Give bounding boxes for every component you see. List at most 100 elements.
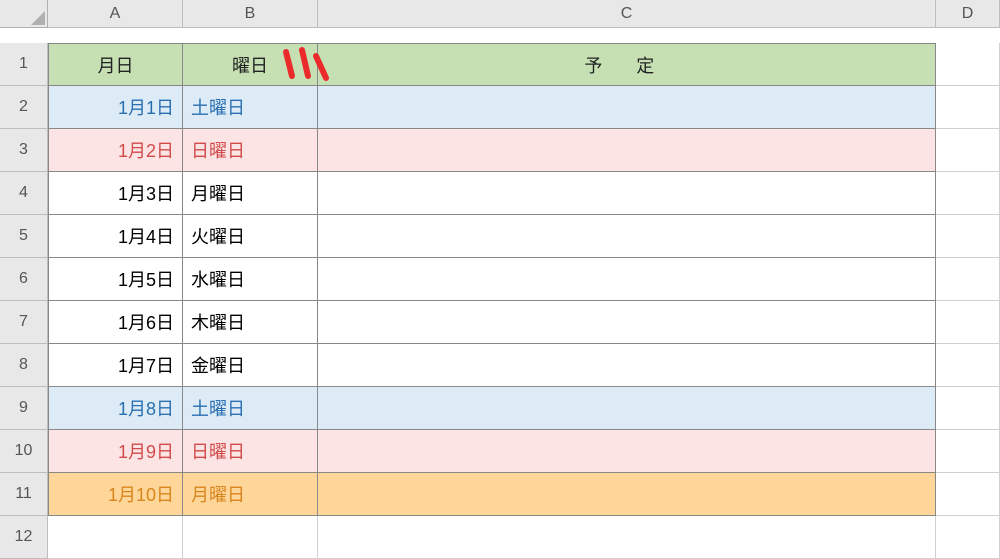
cell-D5[interactable]	[936, 215, 1000, 258]
cell-C4[interactable]	[318, 172, 936, 215]
cell-A11[interactable]: 1月10日	[48, 473, 183, 516]
cell-D1[interactable]	[936, 43, 1000, 86]
row-label: 1	[19, 55, 28, 73]
cell-value: 1月8日	[118, 395, 174, 421]
cell-D3[interactable]	[936, 129, 1000, 172]
cell-value: 日曜日	[191, 137, 245, 163]
cell-A7[interactable]: 1月6日	[48, 301, 183, 344]
cell-B5[interactable]: 火曜日	[183, 215, 318, 258]
cell-D11[interactable]	[936, 473, 1000, 516]
cell-value: 金曜日	[191, 352, 245, 378]
cell-value: 土曜日	[191, 94, 245, 120]
spreadsheet-grid: A B C D 1 月日 曜日 予 定 2 1月1日 土曜日 3 1月2日 日曜…	[0, 0, 1000, 559]
cell-B2[interactable]: 土曜日	[183, 86, 318, 129]
cell-B9[interactable]: 土曜日	[183, 387, 318, 430]
cell-A5[interactable]: 1月4日	[48, 215, 183, 258]
row-header-2[interactable]: 2	[0, 86, 48, 129]
cell-C3[interactable]	[318, 129, 936, 172]
header-plan: 予 定	[584, 52, 668, 78]
cell-value: 1月1日	[118, 94, 174, 120]
row-header-3[interactable]: 3	[0, 129, 48, 172]
cell-D8[interactable]	[936, 344, 1000, 387]
cell-value: 日曜日	[191, 438, 245, 464]
cell-A1[interactable]: 月日	[48, 43, 183, 86]
cell-A3[interactable]: 1月2日	[48, 129, 183, 172]
row-header-8[interactable]: 8	[0, 344, 48, 387]
cell-C7[interactable]	[318, 301, 936, 344]
cell-D9[interactable]	[936, 387, 1000, 430]
cell-B4[interactable]: 月曜日	[183, 172, 318, 215]
col-label: B	[245, 5, 256, 23]
cell-value: 月曜日	[191, 180, 245, 206]
cell-C8[interactable]	[318, 344, 936, 387]
cell-value: 土曜日	[191, 395, 245, 421]
row-label: 3	[19, 141, 28, 159]
row-label: 9	[19, 399, 28, 417]
cell-C10[interactable]	[318, 430, 936, 473]
row-label: 7	[19, 313, 28, 331]
cell-C6[interactable]	[318, 258, 936, 301]
row-label: 4	[19, 184, 28, 202]
row-header-4[interactable]: 4	[0, 172, 48, 215]
col-header-B[interactable]: B	[183, 0, 318, 28]
cell-value: 月曜日	[191, 481, 245, 507]
row-header-12[interactable]: 12	[0, 516, 48, 559]
cell-value: 火曜日	[191, 223, 245, 249]
cell-C9[interactable]	[318, 387, 936, 430]
row-label: 5	[19, 227, 28, 245]
cell-D7[interactable]	[936, 301, 1000, 344]
cell-A8[interactable]: 1月7日	[48, 344, 183, 387]
row-header-5[interactable]: 5	[0, 215, 48, 258]
row-header-1[interactable]: 1	[0, 43, 48, 86]
cell-D12[interactable]	[936, 516, 1000, 559]
cell-A4[interactable]: 1月3日	[48, 172, 183, 215]
cell-B10[interactable]: 日曜日	[183, 430, 318, 473]
col-header-D[interactable]: D	[936, 0, 1000, 28]
cell-value: 1月3日	[118, 180, 174, 206]
cell-C12[interactable]	[318, 516, 936, 559]
cell-value: 1月10日	[108, 481, 174, 507]
cell-value: 1月7日	[118, 352, 174, 378]
cell-D2[interactable]	[936, 86, 1000, 129]
cell-B1[interactable]: 曜日	[183, 43, 318, 86]
cell-B7[interactable]: 木曜日	[183, 301, 318, 344]
row-header-6[interactable]: 6	[0, 258, 48, 301]
cell-D4[interactable]	[936, 172, 1000, 215]
cell-B3[interactable]: 日曜日	[183, 129, 318, 172]
cell-B6[interactable]: 水曜日	[183, 258, 318, 301]
cell-C11[interactable]	[318, 473, 936, 516]
row-label: 6	[19, 270, 28, 288]
row-header-9[interactable]: 9	[0, 387, 48, 430]
header-day: 曜日	[232, 52, 268, 78]
cell-value: 1月5日	[118, 266, 174, 292]
select-all-corner[interactable]	[0, 0, 48, 28]
cell-A2[interactable]: 1月1日	[48, 86, 183, 129]
cell-C5[interactable]	[318, 215, 936, 258]
cell-C2[interactable]	[318, 86, 936, 129]
cell-D10[interactable]	[936, 430, 1000, 473]
col-header-C[interactable]: C	[318, 0, 936, 28]
cell-A9[interactable]: 1月8日	[48, 387, 183, 430]
cell-D6[interactable]	[936, 258, 1000, 301]
col-label: C	[621, 5, 633, 23]
col-label: D	[962, 5, 974, 23]
cell-A10[interactable]: 1月9日	[48, 430, 183, 473]
cell-value: 水曜日	[191, 266, 245, 292]
cell-value: 1月9日	[118, 438, 174, 464]
row-label: 2	[19, 98, 28, 116]
cell-B8[interactable]: 金曜日	[183, 344, 318, 387]
col-header-A[interactable]: A	[48, 0, 183, 28]
row-header-10[interactable]: 10	[0, 430, 48, 473]
header-date: 月日	[98, 52, 134, 78]
cell-value: 1月2日	[118, 137, 174, 163]
cell-B12[interactable]	[183, 516, 318, 559]
row-label: 10	[15, 442, 33, 460]
col-label: A	[110, 5, 121, 23]
row-header-11[interactable]: 11	[0, 473, 48, 516]
row-label: 8	[19, 356, 28, 374]
cell-B11[interactable]: 月曜日	[183, 473, 318, 516]
cell-A6[interactable]: 1月5日	[48, 258, 183, 301]
cell-C1[interactable]: 予 定	[318, 43, 936, 86]
cell-A12[interactable]	[48, 516, 183, 559]
row-header-7[interactable]: 7	[0, 301, 48, 344]
